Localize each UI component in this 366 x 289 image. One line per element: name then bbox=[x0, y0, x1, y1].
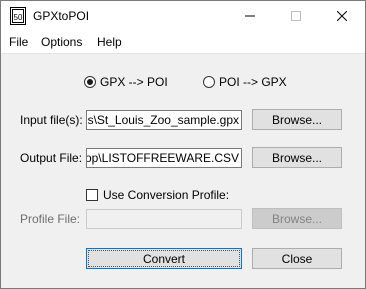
use-profile-label: Use Conversion Profile: bbox=[103, 188, 230, 202]
radio-circle-checked[interactable] bbox=[84, 76, 96, 88]
menu-options[interactable]: Options bbox=[41, 35, 82, 49]
input-files-value: oads\St_Louis_Zoo_sample.gpx bbox=[87, 113, 239, 127]
radio-gpx-to-poi-label: GPX --> POI bbox=[100, 75, 168, 89]
app-icon-text: 50 bbox=[14, 13, 23, 22]
input-files-field[interactable]: oads\St_Louis_Zoo_sample.gpx bbox=[86, 110, 242, 130]
browse-output-button[interactable]: Browse... bbox=[252, 147, 342, 168]
radio-poi-to-gpx[interactable]: POI --> GPX bbox=[203, 75, 287, 89]
app-icon: 50 bbox=[10, 7, 26, 25]
browse-input-label: Browse... bbox=[271, 112, 322, 127]
checkbox-box[interactable] bbox=[86, 189, 98, 201]
browse-profile-label: Browse... bbox=[271, 211, 322, 226]
minimize-icon bbox=[245, 15, 255, 17]
close-label: Close bbox=[281, 251, 313, 266]
profile-file-field[interactable] bbox=[86, 209, 242, 229]
minimize-button[interactable] bbox=[227, 1, 273, 31]
menu-help[interactable]: Help bbox=[97, 35, 122, 49]
title-bar: 50 GPXtoPOI bbox=[1, 1, 365, 31]
radio-gpx-to-poi[interactable]: GPX --> POI bbox=[84, 75, 168, 89]
convert-button[interactable]: Convert bbox=[86, 248, 242, 269]
maximize-button[interactable] bbox=[273, 1, 319, 31]
close-icon bbox=[337, 11, 347, 21]
browse-profile-button[interactable]: Browse... bbox=[252, 208, 342, 229]
browse-output-label: Browse... bbox=[271, 150, 322, 165]
radio-poi-to-gpx-label: POI --> GPX bbox=[219, 75, 287, 89]
output-file-label: Output File: bbox=[20, 151, 83, 165]
app-window: 50 GPXtoPOI File Options Help GPX --> PO… bbox=[0, 0, 366, 289]
window-title: GPXtoPOI bbox=[33, 9, 90, 23]
browse-input-button[interactable]: Browse... bbox=[252, 109, 342, 130]
profile-file-label: Profile File: bbox=[20, 212, 81, 226]
use-profile-checkbox[interactable]: Use Conversion Profile: bbox=[86, 188, 229, 202]
input-files-label: Input file(s): bbox=[20, 113, 83, 127]
menu-bar: File Options Help bbox=[1, 31, 365, 54]
menu-file[interactable]: File bbox=[9, 35, 28, 49]
output-file-value: sktop\LISTOFFREEWARE.CSV bbox=[86, 151, 239, 165]
close-window-button[interactable] bbox=[319, 1, 365, 31]
radio-circle-unchecked[interactable] bbox=[203, 76, 215, 88]
close-button[interactable]: Close bbox=[252, 248, 342, 269]
output-file-field[interactable]: sktop\LISTOFFREEWARE.CSV bbox=[86, 148, 242, 168]
maximize-icon bbox=[291, 11, 301, 21]
